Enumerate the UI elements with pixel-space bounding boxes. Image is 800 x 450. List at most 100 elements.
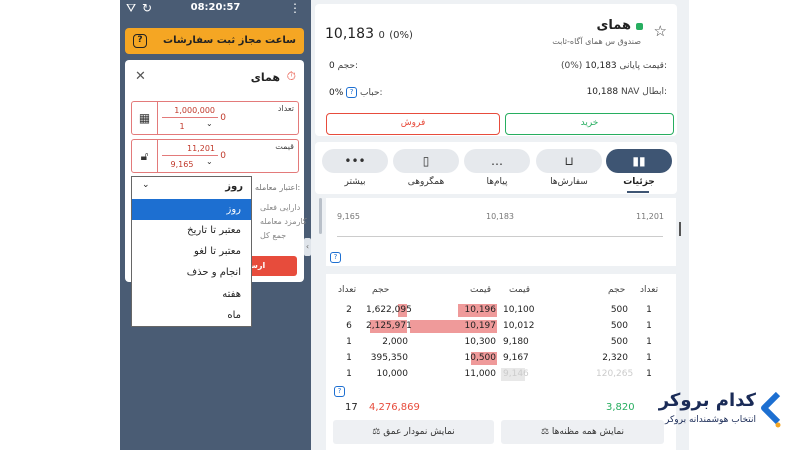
header-buy-price: قیمت bbox=[509, 285, 531, 295]
book-cell: 500 bbox=[610, 305, 628, 315]
basket-icon: ⊔ bbox=[564, 154, 574, 168]
tab-label[interactable]: جزئیات bbox=[606, 177, 672, 187]
book-cell: 1 bbox=[346, 337, 352, 347]
book-cell: 1 bbox=[646, 305, 652, 315]
tab-label[interactable]: همگروهی bbox=[393, 177, 459, 187]
quantity-label: تعداد bbox=[277, 104, 294, 113]
book-cell: 10,012 bbox=[503, 321, 535, 331]
tab-more[interactable]: ••• bbox=[322, 149, 388, 173]
validity-dropdown[interactable]: ⌄ روز روز معتبر تا تاریخ معتبر تا لغو ان… bbox=[131, 176, 252, 327]
nav-row: 10,188 NAV ابطال: bbox=[587, 87, 667, 97]
validity-option[interactable]: روز bbox=[132, 199, 251, 220]
book-cell: 1 bbox=[646, 321, 652, 331]
price-field[interactable]: قیمت 0 11,201 9,165 ⌄ 🔓︎ bbox=[131, 139, 299, 173]
scale-icon: ⚖ bbox=[540, 427, 552, 437]
tab-orders[interactable]: ⊔ bbox=[536, 149, 602, 173]
volume-label: حجم: bbox=[337, 61, 359, 71]
validity-label: اعتبار معامله: bbox=[255, 183, 301, 192]
header-buy-count: تعداد bbox=[640, 285, 659, 295]
book-cell: 2,125,971 bbox=[366, 321, 412, 331]
help-icon[interactable]: ? bbox=[330, 252, 341, 263]
buy-button[interactable]: خرید bbox=[505, 113, 674, 135]
book-cell: 10,196 bbox=[464, 305, 497, 315]
close-price-pct: (0%) bbox=[560, 61, 583, 71]
bubble-row: 0% ? حباب: bbox=[329, 87, 383, 98]
status-bar: ⛛ ↻ 08:20:57 ⋮ bbox=[120, 0, 311, 18]
message-icon: … bbox=[491, 154, 503, 168]
depth-chart-label: نمایش نمودار عمق bbox=[383, 427, 455, 437]
help-icon[interactable]: ? bbox=[133, 34, 147, 48]
star-icon[interactable]: ☆ bbox=[654, 22, 667, 40]
close-icon[interactable]: ✕ bbox=[135, 69, 146, 84]
range-max: 11,201 bbox=[636, 212, 664, 221]
menu-icon[interactable]: ⋮ bbox=[289, 1, 301, 15]
buy-volume-total: 3,820 bbox=[606, 402, 635, 413]
chart-icon: ▮▮ bbox=[632, 154, 646, 168]
validity-option[interactable]: ماه bbox=[132, 305, 251, 326]
book-cell: 1 bbox=[346, 353, 352, 363]
price-min: 9,165 bbox=[170, 160, 194, 169]
calculator-icon[interactable]: ▦ bbox=[132, 102, 158, 134]
alarm-icon[interactable]: ⏱ bbox=[287, 69, 296, 84]
nav-label: NAV ابطال: bbox=[620, 87, 667, 97]
status-dot bbox=[636, 23, 643, 30]
total-label: جمع کل bbox=[260, 231, 287, 240]
price-change-pct: (0%) bbox=[389, 30, 413, 41]
symbol-card: ☆ همای صندوق س همای آگاه-ثابت 10,183 0 (… bbox=[315, 4, 677, 136]
sell-count-total: 17 bbox=[345, 402, 358, 413]
close-price-value: 10,183 bbox=[585, 61, 617, 71]
fee-label: کارمزد معامله bbox=[260, 217, 307, 226]
logo-text: کدام بروکر bbox=[658, 390, 756, 411]
validity-option[interactable]: هفته bbox=[132, 284, 251, 305]
range-mid: 10,183 bbox=[486, 212, 514, 221]
unlock-icon[interactable]: 🔓︎ bbox=[132, 140, 158, 172]
range-min: 9,165 bbox=[337, 212, 360, 221]
price-label: قیمت bbox=[275, 142, 294, 151]
tab-label[interactable]: بیشتر bbox=[322, 177, 388, 187]
clock: 08:20:57 bbox=[190, 2, 241, 13]
book-cell: 1,622,095 bbox=[366, 305, 412, 315]
all-quotes-button[interactable]: ⚖ نمایش همه مظنه‌ها bbox=[501, 420, 664, 444]
tab-label[interactable]: سفارش‌ها bbox=[536, 177, 602, 187]
validity-option[interactable]: معتبر تا تاریخ bbox=[132, 220, 251, 241]
validity-option[interactable]: معتبر تا لغو bbox=[132, 241, 251, 262]
help-icon[interactable]: ? bbox=[346, 87, 358, 98]
book-cell: 1 bbox=[646, 353, 652, 363]
tab-messages[interactable]: … bbox=[464, 149, 530, 173]
book-cell: 500 bbox=[610, 321, 628, 331]
book-cell: 9,180 bbox=[503, 337, 529, 347]
brand-logo: کدام بروکر انتخاب هوشمندانه بروکر bbox=[652, 386, 788, 436]
validity-option[interactable]: انجام و حذف bbox=[132, 262, 251, 283]
tab-label[interactable]: پیام‌ها bbox=[464, 177, 530, 187]
scroll-thumb[interactable] bbox=[679, 222, 681, 236]
book-cell: 2,000 bbox=[382, 337, 408, 347]
logo-tagline: انتخاب هوشمندانه بروکر bbox=[665, 415, 756, 425]
scrollbar[interactable] bbox=[319, 198, 322, 234]
logo-mark-icon bbox=[761, 392, 781, 428]
scale-icon: ⚖ bbox=[372, 427, 384, 437]
book-cell: 9,167 bbox=[503, 353, 529, 363]
tab-group[interactable]: ▯ bbox=[393, 149, 459, 173]
chevron-down-icon[interactable]: ⌄ bbox=[206, 119, 213, 128]
chevron-down-icon[interactable]: ⌄ bbox=[206, 157, 213, 166]
current-asset-label: دارایی فعلی bbox=[260, 203, 301, 212]
banner-text: ساعت مجاز ثبت سفارشات bbox=[163, 35, 296, 46]
collapse-handle[interactable]: ‹ bbox=[304, 238, 311, 256]
tab-details[interactable]: ▮▮ bbox=[606, 149, 672, 173]
book-cell: 1 bbox=[646, 337, 652, 347]
header-sell-price: قیمت bbox=[470, 285, 492, 295]
book-cell: 10,500 bbox=[464, 353, 497, 363]
book-cell: 11,000 bbox=[464, 369, 497, 379]
sell-button[interactable]: فروش bbox=[326, 113, 500, 135]
range-line bbox=[337, 236, 663, 237]
app-root: ⛛ ↻ 08:20:57 ⋮ ? ساعت مجاز ثبت سفارشات ✕… bbox=[0, 0, 800, 450]
group-icon: ▯ bbox=[422, 154, 430, 168]
chevron-down-icon[interactable]: ⌄ bbox=[142, 180, 150, 190]
price-range-card bbox=[326, 198, 676, 266]
validity-select[interactable]: ⌄ روز bbox=[132, 177, 251, 197]
symbol-subtitle: صندوق س همای آگاه-ثابت bbox=[552, 37, 641, 46]
header-buy-volume: حجم bbox=[608, 285, 626, 295]
depth-chart-button[interactable]: ⚖ نمایش نمودار عمق bbox=[333, 420, 494, 444]
quantity-field[interactable]: تعداد 0 1,000,000 1 ⌄ ▦ bbox=[131, 101, 299, 135]
help-icon[interactable]: ? bbox=[334, 386, 345, 397]
